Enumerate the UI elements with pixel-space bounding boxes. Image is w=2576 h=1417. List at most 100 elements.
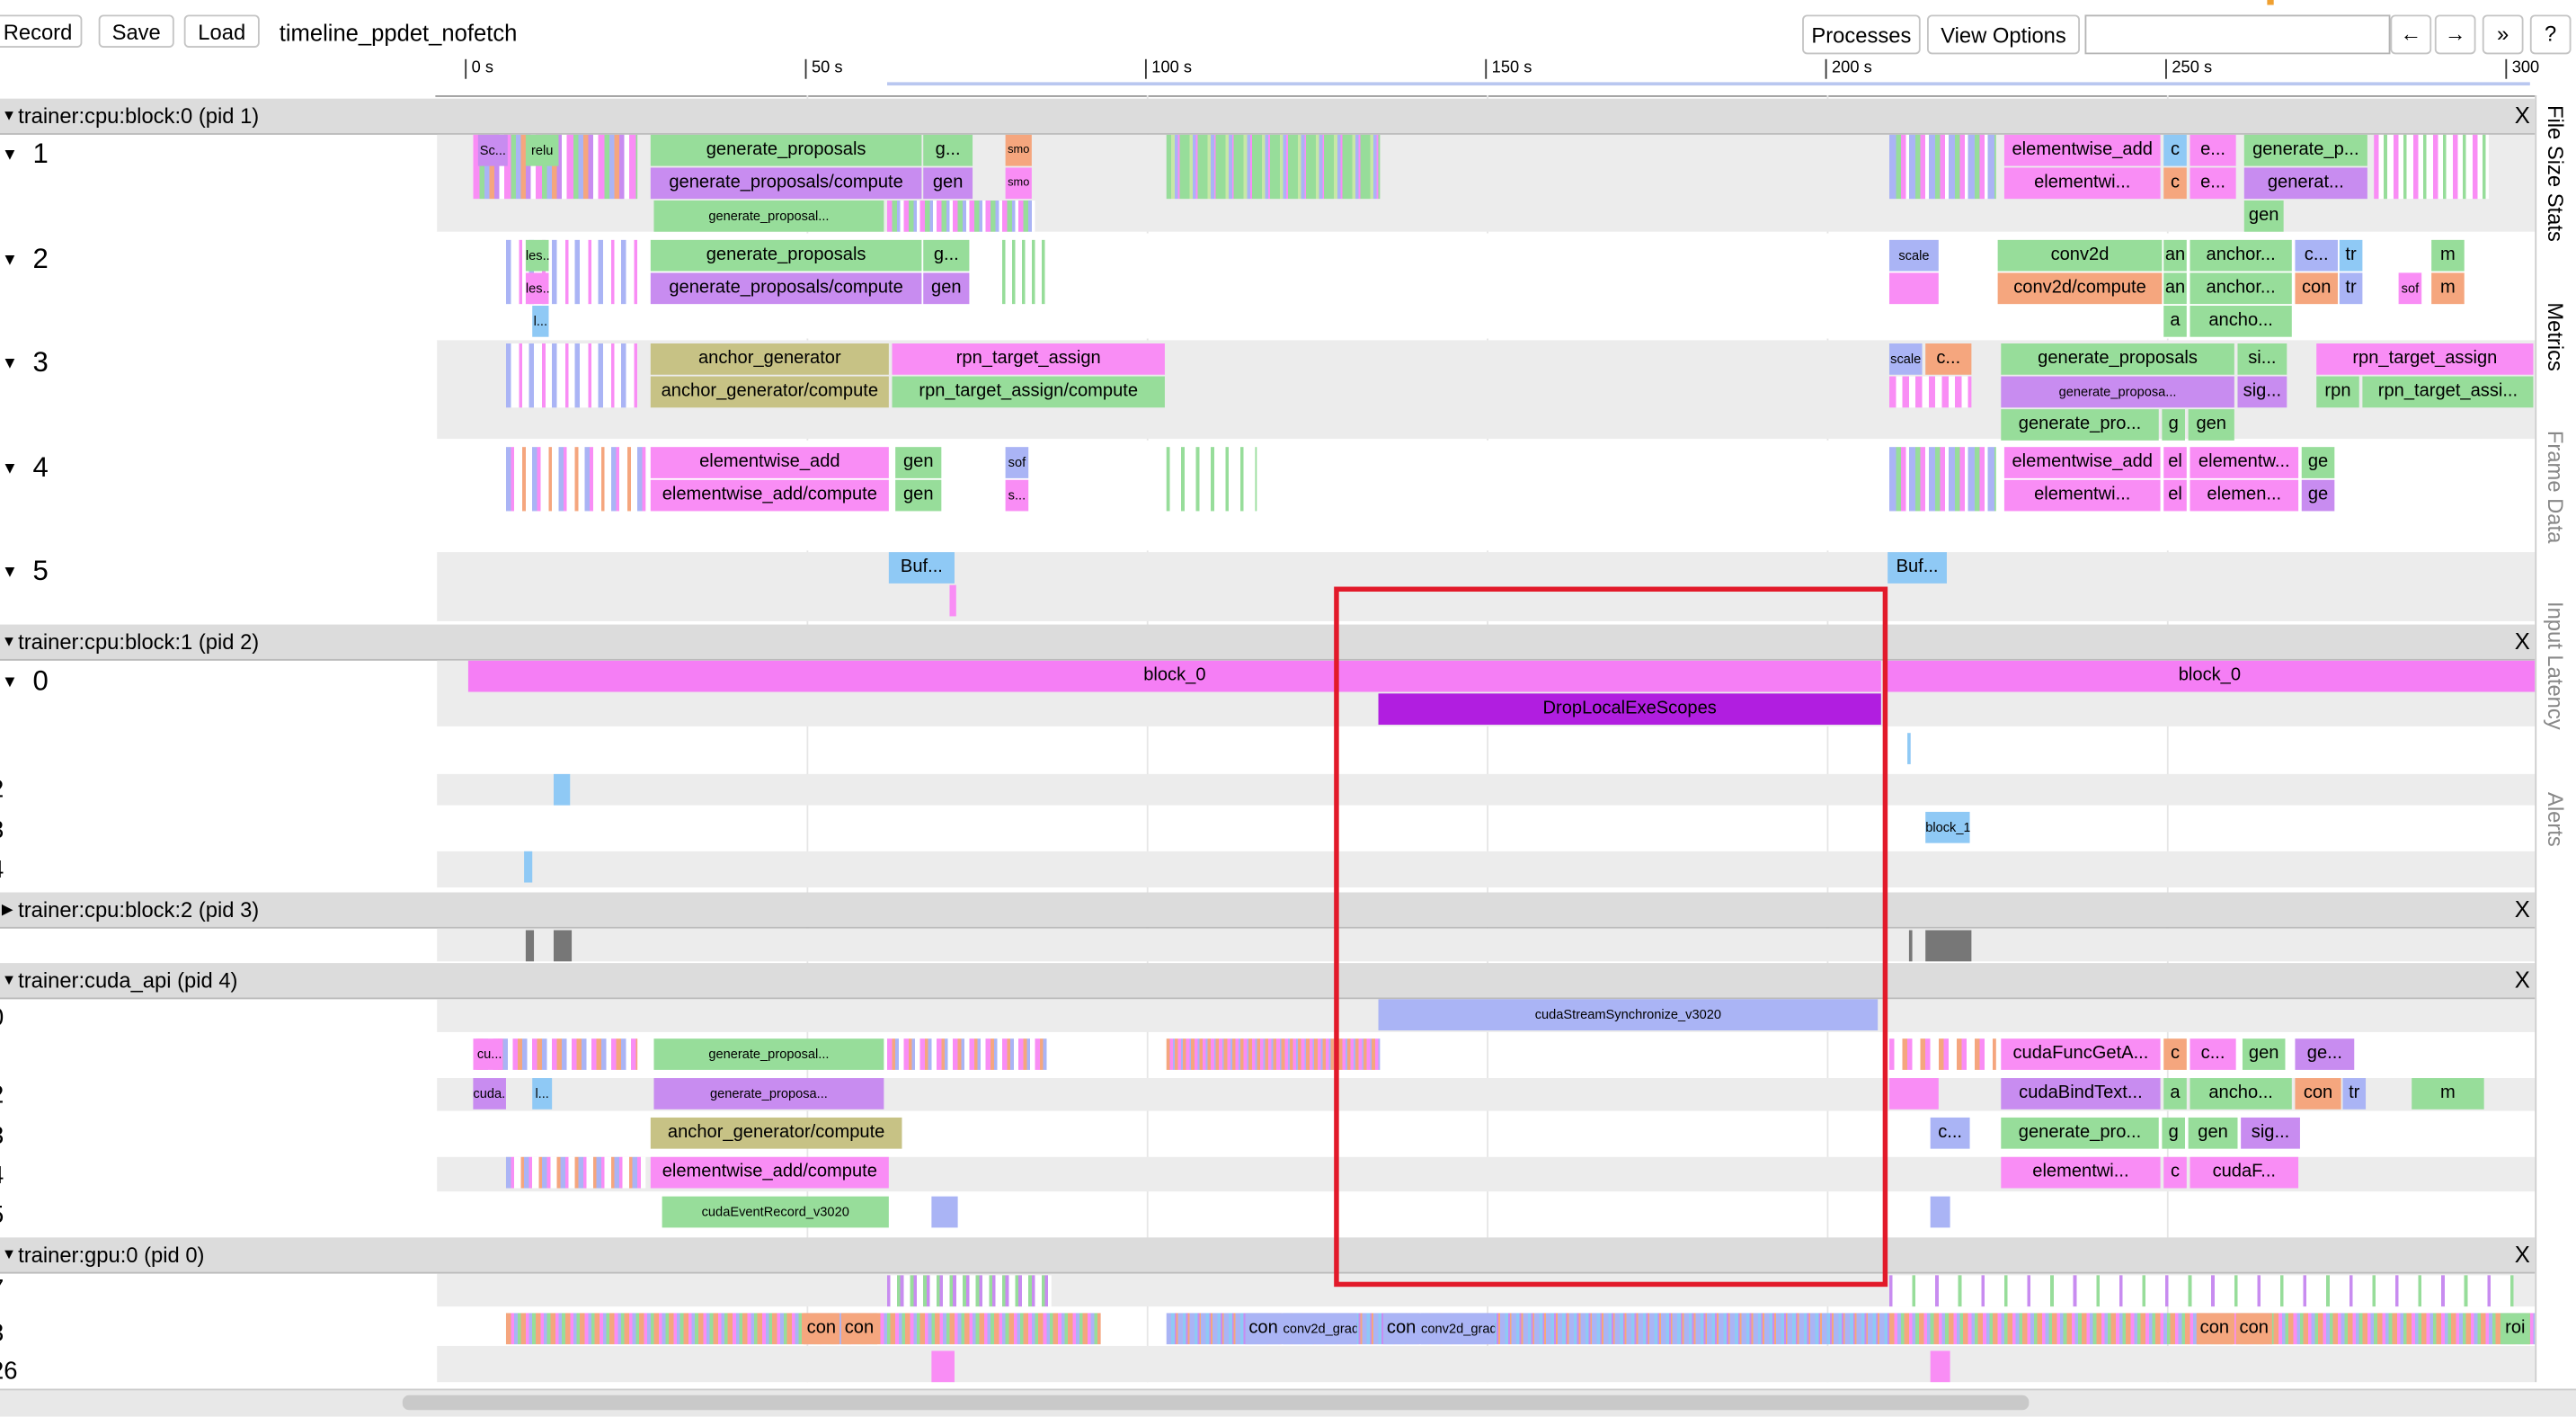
slice-cluster[interactable]	[1888, 1038, 1996, 1070]
slice-cluster[interactable]	[1930, 1350, 1950, 1383]
trace-slice[interactable]: les...	[525, 272, 549, 305]
collapse-triangle-icon[interactable]: ▼	[2, 963, 16, 997]
slice-cluster[interactable]	[553, 930, 573, 962]
trace-slice[interactable]: c	[2163, 134, 2187, 166]
thread-label[interactable]: 4	[0, 1162, 4, 1190]
trace-slice[interactable]: generate_proposal...	[653, 1038, 884, 1070]
tab-file-size-stats[interactable]: File Size Stats	[2543, 105, 2567, 242]
trace-slice[interactable]: cuda...	[473, 1078, 506, 1110]
trace-slice[interactable]: elementwi...	[2003, 167, 2161, 200]
thread-label[interactable]: 26	[0, 1358, 18, 1386]
trace-slice[interactable]: elementwise_add/compute	[650, 479, 889, 512]
trace-slice[interactable]: rpn_target_assign/compute	[892, 376, 1165, 408]
trace-slice[interactable]: l...	[532, 305, 549, 337]
slice-cluster[interactable]	[949, 584, 956, 617]
slice-cluster[interactable]	[1001, 239, 1052, 305]
trace-slice[interactable]: gen	[2188, 1117, 2238, 1149]
process-header-pid0[interactable]: ▼ trainer:gpu:0 (pid 0) X	[0, 1237, 2536, 1274]
record-button[interactable]: Record	[0, 14, 83, 49]
thread-label[interactable]: 0	[0, 1004, 4, 1032]
slice-cluster[interactable]	[1888, 1078, 1939, 1110]
collapse-triangle-icon[interactable]: ▼	[2, 99, 16, 133]
slice-cluster[interactable]	[887, 200, 1035, 232]
tab-metrics[interactable]: Metrics	[2543, 302, 2567, 371]
trace-slice[interactable]: elementwise_add	[2003, 447, 2161, 478]
slice-cluster[interactable]	[1166, 134, 1381, 200]
arrow-left-icon[interactable]: ←	[2390, 14, 2432, 55]
trace-slice[interactable]: scale	[1888, 239, 1939, 272]
trace-slice[interactable]: conv2d	[1997, 239, 2163, 272]
trace-slice[interactable]: generate_pro...	[2001, 1117, 2159, 1149]
trace-slice[interactable]: rpn_target_assign	[892, 343, 1165, 375]
trace-slice[interactable]: conv2d/compute	[1997, 272, 2163, 305]
trace-slice[interactable]: e...	[2190, 167, 2236, 200]
trace-slice[interactable]: ancho...	[2190, 305, 2292, 337]
trace-slice[interactable]: con	[2235, 1313, 2272, 1345]
trace-slice[interactable]: el	[2163, 447, 2187, 478]
trace-slice[interactable]: sof	[1005, 447, 1029, 478]
trace-slice[interactable]: anchor_generator/compute	[650, 1117, 902, 1149]
trace-slice[interactable]: anchor_generator/compute	[650, 376, 889, 408]
trace-slice[interactable]: roi	[2500, 1313, 2530, 1345]
load-button[interactable]: Load	[183, 14, 260, 49]
trace-slice[interactable]: c...	[1930, 1117, 1970, 1149]
trace-slice[interactable]: a	[2163, 305, 2187, 337]
trace-slice[interactable]: rpn_target_assign	[2316, 343, 2534, 375]
trace-slice[interactable]: relu	[525, 134, 559, 166]
expand-triangle-icon[interactable]: ▶	[2, 893, 13, 927]
trace-slice[interactable]: tr	[2342, 1078, 2367, 1110]
trace-slice[interactable]: conv2d_grad...	[1283, 1313, 1357, 1345]
trace-slice[interactable]: generat...	[2243, 167, 2367, 200]
trace-slice[interactable]: gen	[2242, 1038, 2286, 1070]
trace-slice[interactable]: gen	[923, 167, 973, 200]
arrow-right-icon[interactable]: →	[2434, 14, 2476, 55]
trace-slice[interactable]: ge	[2301, 479, 2335, 512]
trace-slice[interactable]: c...	[1925, 343, 1972, 375]
trace-slice[interactable]: block_0	[1884, 660, 2536, 692]
slice-cluster[interactable]	[1907, 733, 1911, 764]
trace-slice[interactable]: elementwise_add/compute	[650, 1156, 889, 1189]
trace-slice[interactable]: si...	[2237, 343, 2287, 375]
trace-slice[interactable]: an	[2163, 239, 2187, 272]
thread-label[interactable]: 2	[0, 1082, 4, 1110]
tab-alerts[interactable]: Alerts	[2543, 792, 2567, 847]
trace-slice[interactable]: gen	[2188, 409, 2234, 441]
trace-slice[interactable]: tr	[2339, 272, 2363, 305]
trace-slice[interactable]: con	[1383, 1313, 1420, 1345]
slice-cluster[interactable]	[1888, 272, 1939, 305]
trace-slice[interactable]: anchor_generator	[650, 343, 889, 375]
trace-slice[interactable]: g...	[923, 239, 970, 272]
thread-label[interactable]: 3	[0, 1122, 4, 1150]
tab-frame-data[interactable]: Frame Data	[2543, 431, 2567, 543]
slice-cluster[interactable]	[931, 1350, 955, 1383]
slice-cluster[interactable]	[505, 343, 638, 408]
expand-icon[interactable]: »	[2482, 14, 2524, 55]
trace-slice[interactable]: sig...	[2237, 376, 2287, 408]
trace-slice[interactable]: rpn	[2316, 376, 2359, 408]
thread-label[interactable]: 3	[0, 1320, 4, 1348]
trace-slice[interactable]: gen	[2243, 200, 2284, 232]
slice-cluster[interactable]	[1908, 930, 1913, 962]
trace-slice[interactable]: con	[1245, 1313, 1282, 1345]
close-icon[interactable]: X	[2515, 99, 2530, 133]
trace-slice[interactable]: tr	[2339, 239, 2363, 272]
trace-slice[interactable]: gen	[923, 272, 970, 305]
trace-slice[interactable]: c	[2163, 1038, 2187, 1070]
slice-cluster[interactable]	[1888, 134, 1996, 200]
trace-slice[interactable]: c...	[2295, 239, 2338, 272]
trace-slice[interactable]: con	[803, 1313, 840, 1345]
trace-slice[interactable]: ge	[2301, 447, 2335, 478]
trace-slice[interactable]: m	[2431, 272, 2465, 305]
trace-slice[interactable]: m	[2412, 1078, 2484, 1110]
process-header-pid4[interactable]: ▼ trainer:cuda_api (pid 4) X	[0, 963, 2536, 1000]
collapse-triangle-icon[interactable]: ▼	[2, 1237, 16, 1271]
trace-slice[interactable]: smo	[1005, 134, 1032, 166]
horizontal-scrollbar[interactable]	[0, 1388, 2576, 1417]
trace-slice[interactable]: anchor...	[2190, 272, 2292, 305]
scrollbar-thumb[interactable]	[402, 1395, 2030, 1411]
trace-slice[interactable]: elemen...	[2190, 479, 2299, 512]
trace-slice[interactable]: c	[2163, 167, 2187, 200]
trace-slice[interactable]: generate_proposals	[650, 134, 922, 166]
trace-slice[interactable]: rpn_target_assi...	[2362, 376, 2534, 408]
slice-cluster[interactable]	[931, 1196, 958, 1228]
